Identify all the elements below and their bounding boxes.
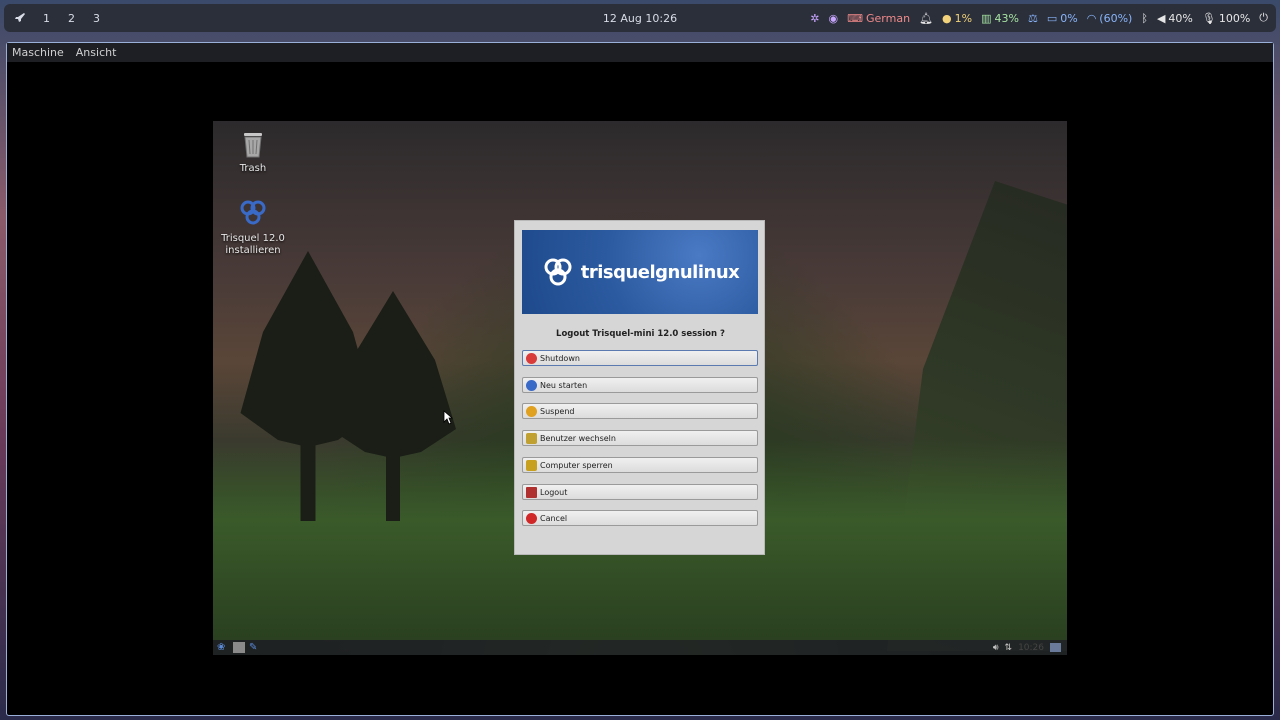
- volume-value: 40%: [1168, 11, 1193, 25]
- network-tray-icon[interactable]: ⇅: [1005, 643, 1013, 653]
- microphone-icon: 🎙︎: [1201, 11, 1216, 25]
- cancel-icon: [526, 512, 537, 524]
- logout-question: Logout Trisquel-mini 12.0 session ?: [556, 329, 725, 339]
- workspace-3-button[interactable]: 3: [84, 12, 109, 25]
- switch-user-button[interactable]: Benutzer wechseln: [522, 430, 758, 446]
- button-label: Cancel: [540, 513, 568, 523]
- keyboard-layout[interactable]: ⌨ German: [847, 12, 910, 25]
- guest-clock[interactable]: 10:26: [1018, 643, 1044, 653]
- brightness-indicator[interactable]: ▭ 0%: [1047, 12, 1078, 25]
- wifi-indicator[interactable]: ◠ (60%): [1087, 12, 1133, 25]
- desktop-icon-label: Trisquel 12.0 installieren: [221, 233, 285, 256]
- battery-icon: ▥: [981, 11, 992, 25]
- battery-indicator[interactable]: ▥ 43%: [981, 12, 1019, 25]
- cpu-value: 1%: [954, 11, 973, 25]
- volume-indicator[interactable]: ◀ 40%: [1157, 12, 1193, 25]
- show-desktop-icon[interactable]: [1050, 643, 1061, 652]
- suspend-button[interactable]: Suspend: [522, 403, 758, 419]
- lock-computer-button[interactable]: Computer sperren: [522, 457, 758, 473]
- desktop-icon-label: Trash: [239, 163, 267, 174]
- file-manager-icon[interactable]: [233, 642, 245, 653]
- wifi-value: (60%): [1099, 11, 1133, 25]
- cpu-indicator[interactable]: ● 1%: [942, 12, 972, 25]
- bluetooth-icon[interactable]: ᛒ: [1141, 12, 1148, 25]
- logout-button[interactable]: Logout: [522, 484, 758, 500]
- mouse-cursor-icon: [443, 410, 454, 429]
- restart-button[interactable]: Neu starten: [522, 377, 758, 393]
- switch-user-icon: [526, 432, 537, 444]
- keyboard-icon: ⌨: [847, 11, 863, 25]
- bell-icon[interactable]: 🔔︎: [919, 12, 933, 25]
- logout-dialog: trisquelgnulinux Logout Trisquel-mini 12…: [514, 220, 765, 555]
- workspace-1-button[interactable]: 1: [34, 12, 59, 25]
- mic-value: 100%: [1218, 11, 1251, 25]
- button-label: Neu starten: [540, 380, 588, 390]
- clock[interactable]: 12 Aug 10:26: [603, 12, 677, 25]
- vm-menubar: Maschine Ansicht: [7, 43, 1273, 62]
- button-label: Logout: [540, 487, 568, 497]
- desktop-icon-trash[interactable]: Trash: [213, 127, 293, 175]
- button-label: Computer sperren: [540, 460, 613, 470]
- guest-taskbar: ❀ ✎ 🔊︎ ⇅ 10:26: [213, 640, 1067, 655]
- rocket-launcher-icon[interactable]: [12, 10, 28, 26]
- trisquel-banner: trisquelgnulinux: [522, 230, 758, 314]
- vm-window: Maschine Ansicht Trash Trisquel 12.0 ins…: [6, 42, 1274, 716]
- battery-value: 43%: [994, 11, 1019, 25]
- menu-maschine[interactable]: Maschine: [12, 46, 64, 59]
- trisquel-logo-icon: [237, 197, 269, 229]
- speaker-icon: ◀: [1156, 11, 1166, 25]
- suspend-icon: [526, 405, 537, 417]
- logout-icon: [526, 486, 537, 498]
- trisquel-banner-logo-icon: [544, 258, 572, 286]
- lock-icon: [526, 459, 537, 471]
- cpu-icon: ●: [942, 11, 952, 25]
- cancel-button[interactable]: Cancel: [522, 510, 758, 526]
- button-label: Suspend: [540, 406, 575, 416]
- brightness-value: 0%: [1060, 11, 1078, 25]
- power-icon: [526, 352, 537, 364]
- eye-icon[interactable]: ◉: [829, 12, 839, 25]
- button-label: Shutdown: [540, 353, 580, 363]
- keyboard-layout-label: German: [866, 11, 911, 25]
- guest-desktop[interactable]: Trash Trisquel 12.0 installieren ❀ ✎ 🔊︎ …: [213, 121, 1067, 655]
- desktop-icon-installer[interactable]: Trisquel 12.0 installieren: [213, 197, 293, 257]
- balance-icon[interactable]: ⚖: [1028, 12, 1038, 25]
- backlight-icon: ▭: [1046, 11, 1058, 25]
- restart-icon: [526, 379, 537, 391]
- mic-indicator[interactable]: 🎙︎ 100%: [1202, 12, 1250, 25]
- button-label: Benutzer wechseln: [540, 433, 616, 443]
- menu-ansicht[interactable]: Ansicht: [76, 46, 117, 59]
- shutdown-button[interactable]: Shutdown: [522, 350, 758, 366]
- top-panel: 1 2 3 12 Aug 10:26 ✲ ◉ ⌨ German 🔔︎ ● 1% …: [4, 4, 1276, 32]
- power-menu-icon[interactable]: ⏻: [1259, 11, 1268, 25]
- trash-icon: [237, 127, 269, 159]
- volume-tray-icon[interactable]: 🔊︎: [993, 643, 999, 653]
- browser-icon[interactable]: ✎: [249, 642, 261, 653]
- workspace-2-button[interactable]: 2: [59, 12, 84, 25]
- start-menu-icon[interactable]: ❀: [217, 642, 229, 653]
- wifi-icon: ◠: [1086, 11, 1097, 25]
- brand-text: trisquelgnulinux: [580, 261, 740, 283]
- settings-gear-icon[interactable]: ✲: [810, 12, 819, 25]
